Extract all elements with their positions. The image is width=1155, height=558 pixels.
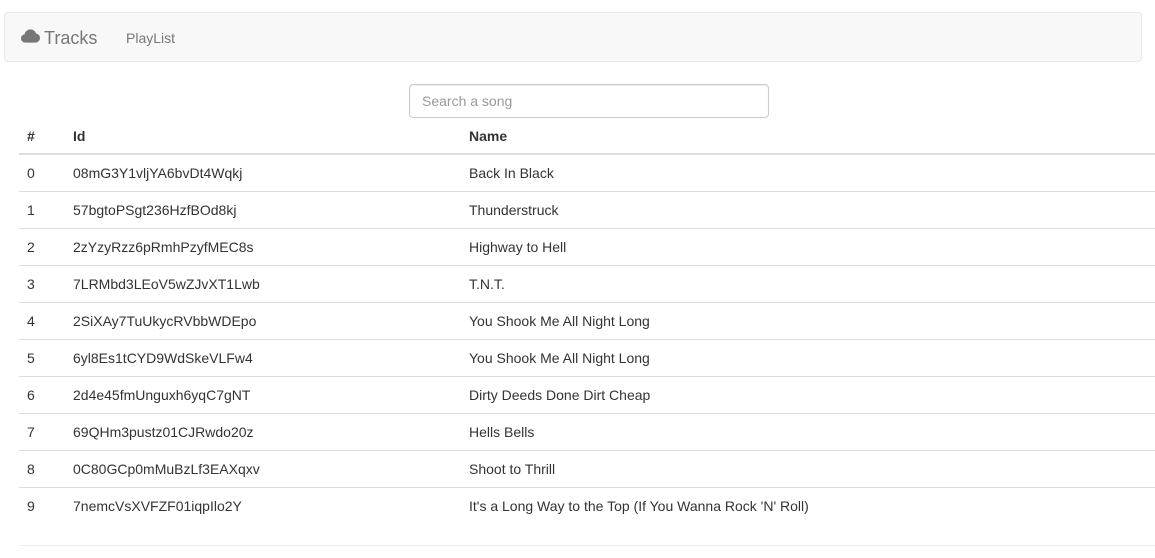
row-index: 3 — [19, 265, 65, 303]
table-row[interactable]: 2 2zYzyRzz6pRmhPzyfMEC8s Highway to Hell — [19, 228, 1155, 266]
brand-label: Tracks — [44, 27, 98, 48]
table-header-row: # Id Name — [19, 118, 1155, 155]
table-row[interactable]: 5 6yl8Es1tCYD9WdSkeVLFw4 You Shook Me Al… — [19, 339, 1155, 377]
row-index: 4 — [19, 302, 65, 340]
track-name: You Shook Me All Night Long — [461, 339, 1155, 377]
track-id: 2d4e45fmUnguxh6yqC7gNT — [65, 376, 461, 414]
track-id: 7nemcVsXVFZF01iqpIlo2Y — [73, 497, 242, 514]
track-id: 69QHm3pustz01CJRwdo20z — [65, 413, 461, 451]
track-id: 0C80GCp0mMuBzLf3EAXqxv — [65, 450, 461, 488]
search-container — [409, 84, 769, 118]
track-name: Dirty Deeds Done Dirt Cheap — [461, 376, 1155, 414]
tracks-table: # Id Name 0 08mG3Y1vljYA6bvDt4Wqkj Back … — [19, 118, 1155, 524]
brand-link[interactable]: Tracks — [21, 13, 97, 63]
navbar: Tracks PlayList — [4, 12, 1142, 62]
table-row[interactable]: 3 7LRMbd3LEoV5wZJvXT1Lwb T.N.T. — [19, 265, 1155, 303]
row-index: 0 — [19, 154, 65, 192]
table-row[interactable]: 8 0C80GCp0mMuBzLf3EAXqxv Shoot to Thrill — [19, 450, 1155, 488]
column-header-index: # — [19, 118, 65, 155]
track-name: Hells Bells — [461, 413, 1155, 451]
row-index: 8 — [19, 450, 65, 488]
track-id: 57bgtoPSgt236HzfBOd8kj — [65, 191, 461, 229]
table-row[interactable]: 7 69QHm3pustz01CJRwdo20z Hells Bells — [19, 413, 1155, 451]
row-index: 9 — [27, 497, 35, 514]
cloud-icon — [21, 29, 40, 43]
track-name: T.N.T. — [461, 265, 1155, 303]
track-id: 2zYzyRzz6pRmhPzyfMEC8s — [65, 228, 461, 266]
row-index: 6 — [19, 376, 65, 414]
row-index: 7 — [19, 413, 65, 451]
track-id: 7LRMbd3LEoV5wZJvXT1Lwb — [65, 265, 461, 303]
track-id: 2SiXAy7TuUkycRVbbWDEpo — [65, 302, 461, 340]
track-name: Highway to Hell — [461, 228, 1155, 266]
table-row[interactable]: 0 08mG3Y1vljYA6bvDt4Wqkj Back In Black — [19, 154, 1155, 192]
track-name: You Shook Me All Night Long — [461, 302, 1155, 340]
table-row[interactable]: 1 57bgtoPSgt236HzfBOd8kj Thunderstruck — [19, 191, 1155, 229]
column-header-name: Name — [461, 118, 1155, 155]
table-row[interactable]: 6 2d4e45fmUnguxh6yqC7gNT Dirty Deeds Don… — [19, 376, 1155, 414]
track-id: 6yl8Es1tCYD9WdSkeVLFw4 — [65, 339, 461, 377]
row-index: 2 — [19, 228, 65, 266]
row-index: 1 — [19, 191, 65, 229]
track-name: Thunderstruck — [461, 191, 1155, 229]
track-id: 08mG3Y1vljYA6bvDt4Wqkj — [65, 154, 461, 192]
column-header-id: Id — [65, 118, 461, 155]
bottom-divider — [19, 545, 1155, 546]
track-name: It's a Long Way to the Top (If You Wanna… — [469, 497, 809, 514]
nav-playlist-link[interactable]: PlayList — [126, 13, 175, 63]
search-input[interactable] — [409, 84, 769, 118]
table-row[interactable]: 4 2SiXAy7TuUkycRVbbWDEpo You Shook Me Al… — [19, 302, 1155, 340]
track-name: Back In Black — [461, 154, 1155, 192]
row-index: 5 — [19, 339, 65, 377]
table-row[interactable]: 9 7nemcVsXVFZF01iqpIlo2Y It's a Long Way… — [19, 487, 1155, 524]
track-name: Shoot to Thrill — [461, 450, 1155, 488]
